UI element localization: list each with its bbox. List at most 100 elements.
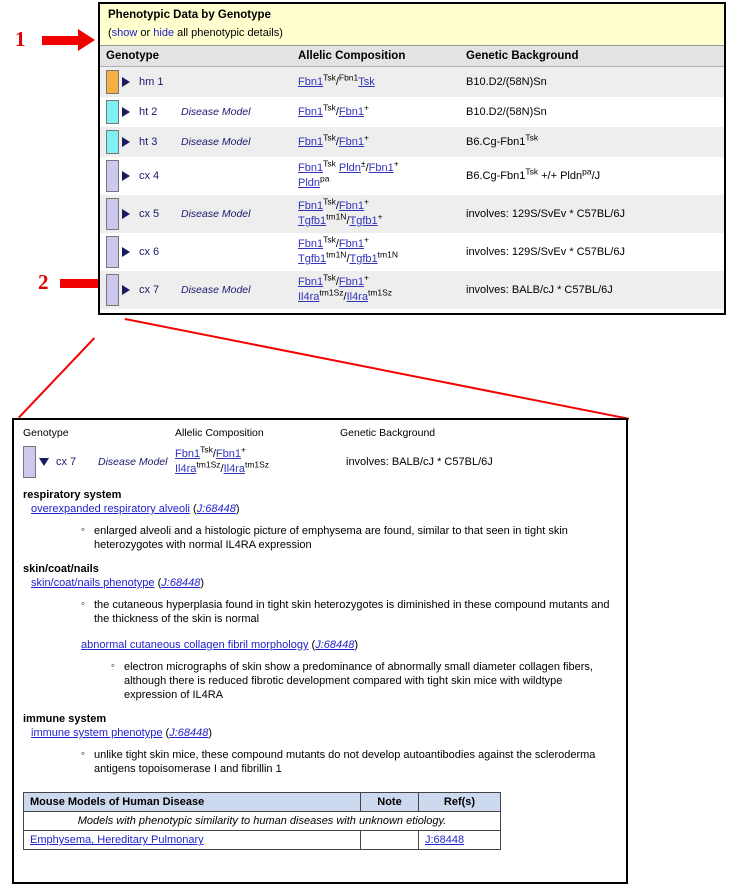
allele-link[interactable]: Fbn1 (298, 162, 323, 174)
table-row[interactable]: ht 2Disease ModelFbn1Tsk/Fbn1+B10.D2/(58… (100, 97, 724, 127)
expand-triangle-icon[interactable] (122, 107, 130, 117)
table-row[interactable]: cx 7Disease ModelFbn1Tsk/Fbn1+Il4ratm1Sz… (100, 271, 724, 309)
allele-link[interactable]: Fbn1 (175, 448, 200, 460)
allelic-composition: Fbn1Tsk/Fbn1+Il4ratm1Sz/Il4ratm1Sz (298, 275, 454, 305)
show-all-details-link[interactable]: show (112, 27, 138, 39)
table-row[interactable]: hm 1Fbn1Tsk/Fbn1TskB10.D2/(58N)Sn (100, 67, 724, 98)
reference-link[interactable]: J:68448 (425, 834, 464, 846)
expand-triangle-icon[interactable] (122, 171, 130, 181)
genotype-detail-panel: Genotype Allelic Composition Genetic Bac… (12, 418, 628, 884)
disease-caption-row: Models with phenotypic similarity to hum… (24, 812, 501, 831)
disease-note-cell (361, 831, 419, 850)
allele-link[interactable]: Fbn1 (339, 276, 364, 288)
expand-triangle-icon[interactable] (122, 77, 130, 87)
hide-all-details-link[interactable]: hide (153, 27, 174, 39)
phenotype-system-block: immune systemimmune system phenotype (J:… (23, 713, 617, 776)
panel-header: Phenotypic Data by Genotype (show or hid… (100, 4, 724, 46)
allele-link[interactable]: Tsk (358, 76, 375, 88)
disease-table-header-row: Mouse Models of Human Disease Note Ref(s… (24, 793, 501, 812)
genotype-cell: cx 7Disease Model (100, 271, 292, 309)
phenotype-term-link[interactable]: skin/coat/nails phenotype (31, 577, 155, 589)
allele-link[interactable]: Fbn1 (298, 200, 323, 212)
genotype-cell: cx 6 (100, 233, 292, 271)
genotype-cell: cx 5Disease Model (100, 195, 292, 233)
genetic-background-cell: involves: BALB/cJ * C57BL/6J (460, 271, 724, 309)
disease-link[interactable]: Emphysema, Hereditary Pulmonary (30, 834, 204, 846)
detail-column-header-genetic-background: Genetic Background (340, 427, 617, 446)
genetic-background-cell: B10.D2/(58N)Sn (460, 97, 724, 127)
genotype-cell: ht 2Disease Model (100, 97, 292, 127)
nested-phenotype-term-link[interactable]: abnormal cutaneous collagen fibril morph… (81, 639, 308, 651)
detail-column-header-genotype: Genotype (23, 427, 175, 446)
genetic-background-cell: involves: 129S/SvEv * C57BL/6J (460, 233, 724, 271)
allele-link[interactable]: Tgfb1 (298, 253, 326, 265)
table-row[interactable]: cx 5Disease ModelFbn1Tsk/Fbn1+Tgfb1tm1N/… (100, 195, 724, 233)
allele-link[interactable]: Fbn1 (298, 136, 323, 148)
phenotype-notes-list: the cutaneous hyperplasia found in tight… (23, 598, 617, 626)
allele-link[interactable]: Tgfb1 (298, 215, 326, 227)
table-row[interactable]: ht 3Disease ModelFbn1Tsk/Fbn1+B6.Cg-Fbn1… (100, 127, 724, 157)
reference-link[interactable]: J:68448 (315, 639, 354, 651)
genetic-background-cell: B10.D2/(58N)Sn (460, 67, 724, 98)
table-header-row: Genotype Allelic Composition Genetic Bac… (100, 46, 724, 67)
refs-column-header: Ref(s) (419, 793, 501, 812)
genotype-color-swatch (106, 274, 119, 306)
allele-link[interactable]: Fbn1 (369, 162, 394, 174)
allele-link[interactable]: Fbn1 (298, 76, 323, 88)
allele-link[interactable]: Fbn1 (298, 106, 323, 118)
allele-link[interactable]: Fbn1 (339, 200, 364, 212)
genotype-id: cx 7 (56, 456, 90, 468)
column-header-genotype: Genotype (100, 46, 292, 67)
genetic-background: B10.D2/(58N)Sn (466, 76, 718, 88)
genotype-id: cx 4 (139, 170, 173, 182)
allelic-composition: Fbn1Tsk/Fbn1Tsk (298, 75, 454, 90)
expand-collapse-triangle-icon[interactable] (39, 458, 49, 466)
expand-triangle-icon[interactable] (122, 209, 130, 219)
allele-link[interactable]: Pldn (339, 162, 361, 174)
allele-link[interactable]: Il4ra (224, 463, 245, 475)
reference-link[interactable]: J:68448 (169, 727, 208, 739)
disease-model-label: Disease Model (181, 106, 250, 118)
allele-link[interactable]: Il4ra (175, 463, 196, 475)
table-row[interactable]: cx 6Fbn1Tsk/Fbn1+Tgfb1tm1N/Tgfb1tm1Ninvo… (100, 233, 724, 271)
disease-ref-cell: J:68448 (419, 831, 501, 850)
allele-link[interactable]: Fbn1 (339, 106, 364, 118)
detail-header-row: Genotype Allelic Composition Genetic Bac… (23, 427, 617, 446)
allele-link[interactable]: Fbn1 (339, 238, 364, 250)
callout-number-1: 1 (15, 29, 26, 50)
allele-link[interactable]: Il4ra (347, 291, 368, 303)
disease-column-header: Mouse Models of Human Disease (24, 793, 361, 812)
allele-link[interactable]: Fbn1 (298, 276, 323, 288)
disease-model-label: Disease Model (181, 284, 250, 296)
genotype-cell: ht 3Disease Model (100, 127, 292, 157)
phenotype-term-link[interactable]: immune system phenotype (31, 727, 162, 739)
allele-link[interactable]: Fbn1 (339, 136, 364, 148)
phenotype-term-link[interactable]: overexpanded respiratory alveoli (31, 503, 190, 515)
reference-link[interactable]: J:68448 (197, 503, 236, 515)
genotype-id: ht 3 (139, 136, 173, 148)
mouse-models-human-disease-table: Mouse Models of Human Disease Note Ref(s… (23, 792, 501, 850)
allele-link[interactable]: Fbn1 (216, 448, 241, 460)
allelic-composition-cell: Fbn1Tsk/Fbn1+Il4ratm1Sz/Il4ratm1Sz (292, 271, 460, 309)
expand-triangle-icon[interactable] (122, 137, 130, 147)
genotype-color-swatch (106, 130, 119, 154)
allele-link[interactable]: Pldn (298, 177, 320, 189)
reference-link[interactable]: J:68448 (161, 577, 200, 589)
genetic-background: involves: BALB/cJ * C57BL/6J (466, 284, 718, 296)
genetic-background: B10.D2/(58N)Sn (466, 106, 718, 118)
disease-table-row[interactable]: Emphysema, Hereditary Pulmonary J:68448 (24, 831, 501, 850)
detail-background-cell: involves: BALB/cJ * C57BL/6J (340, 446, 617, 478)
allele-link[interactable]: Tgfb1 (350, 215, 378, 227)
nested-phenotype-notes-list: electron micrographs of skin show a pred… (23, 660, 617, 702)
expand-triangle-icon[interactable] (122, 247, 130, 257)
table-row[interactable]: cx 4Fbn1Tsk Pldn±/Fbn1+PldnpaB6.Cg-Fbn1T… (100, 157, 724, 195)
list-item: the cutaneous hyperplasia found in tight… (81, 598, 617, 626)
phenotype-system-block: skin/coat/nailsskin/coat/nails phenotype… (23, 563, 617, 702)
allele-link[interactable]: Fbn1 (298, 238, 323, 250)
genetic-background: B6.Cg-Fbn1Tsk +/+ Pldnpa/J (466, 170, 718, 182)
expand-triangle-icon[interactable] (122, 285, 130, 295)
allele-link[interactable]: Tgfb1 (350, 253, 378, 265)
allelic-composition: Fbn1Tsk/Fbn1+Tgfb1tm1N/Tgfb1+ (298, 199, 454, 229)
allele-link[interactable]: Il4ra (298, 291, 319, 303)
genetic-background-cell: involves: 129S/SvEv * C57BL/6J (460, 195, 724, 233)
